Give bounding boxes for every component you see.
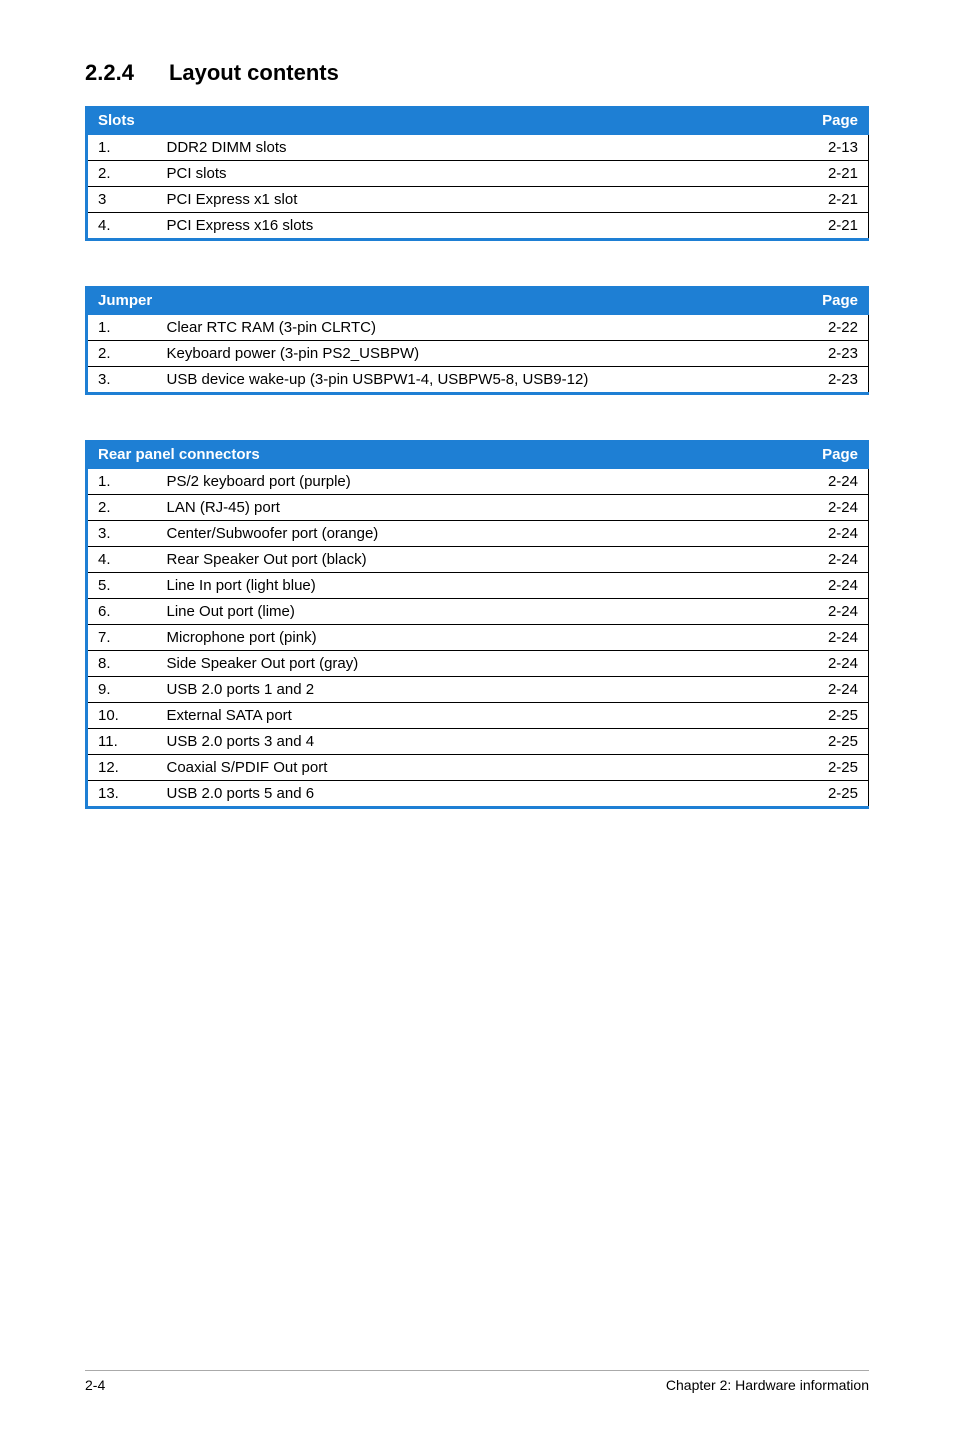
table-row: 10. External SATA port 2-25 (87, 703, 869, 729)
row-number: 9. (87, 677, 157, 703)
table-row: 2. LAN (RJ-45) port 2-24 (87, 495, 869, 521)
table-row: 2. Keyboard power (3-pin PS2_USBPW) 2-23 (87, 341, 869, 367)
row-desc: Line In port (light blue) (157, 573, 799, 599)
slots-body: 1. DDR2 DIMM slots 2-13 2. PCI slots 2-2… (87, 135, 869, 240)
table-row: 13. USB 2.0 ports 5 and 6 2-25 (87, 781, 869, 808)
row-page: 2-25 (799, 703, 869, 729)
footer-chapter: Chapter 2: Hardware information (666, 1377, 869, 1393)
row-number: 6. (87, 599, 157, 625)
table-row: 3 PCI Express x1 slot 2-21 (87, 187, 869, 213)
rear-header-right: Page (799, 441, 869, 469)
table-row: 12. Coaxial S/PDIF Out port 2-25 (87, 755, 869, 781)
row-page: 2-24 (799, 521, 869, 547)
section-title: Layout contents (169, 60, 339, 85)
table-row: 5. Line In port (light blue) 2-24 (87, 573, 869, 599)
row-desc: Line Out port (lime) (157, 599, 799, 625)
row-number: 1. (87, 315, 157, 341)
row-desc: PCI Express x1 slot (157, 187, 799, 213)
row-page: 2-24 (799, 573, 869, 599)
row-page: 2-24 (799, 469, 869, 495)
row-number: 5. (87, 573, 157, 599)
table-row: 1. DDR2 DIMM slots 2-13 (87, 135, 869, 161)
row-number: 3. (87, 521, 157, 547)
row-desc: PCI Express x16 slots (157, 213, 799, 240)
row-page: 2-22 (799, 315, 869, 341)
row-desc: USB device wake-up (3-pin USBPW1-4, USBP… (157, 367, 799, 394)
row-desc: USB 2.0 ports 3 and 4 (157, 729, 799, 755)
row-desc: USB 2.0 ports 1 and 2 (157, 677, 799, 703)
page-footer: 2-4 Chapter 2: Hardware information (85, 1370, 869, 1393)
row-page: 2-25 (799, 755, 869, 781)
row-desc: Rear Speaker Out port (black) (157, 547, 799, 573)
row-desc: PS/2 keyboard port (purple) (157, 469, 799, 495)
table-row: 4. PCI Express x16 slots 2-21 (87, 213, 869, 240)
row-page: 2-24 (799, 625, 869, 651)
row-desc: External SATA port (157, 703, 799, 729)
row-desc: Clear RTC RAM (3-pin CLRTC) (157, 315, 799, 341)
row-number: 2. (87, 341, 157, 367)
row-desc: DDR2 DIMM slots (157, 135, 799, 161)
table-row: 3. USB device wake-up (3-pin USBPW1-4, U… (87, 367, 869, 394)
row-number: 12. (87, 755, 157, 781)
row-number: 2. (87, 495, 157, 521)
row-page: 2-23 (799, 367, 869, 394)
row-number: 13. (87, 781, 157, 808)
row-desc: Microphone port (pink) (157, 625, 799, 651)
table-row: 3. Center/Subwoofer port (orange) 2-24 (87, 521, 869, 547)
table-row: 6. Line Out port (lime) 2-24 (87, 599, 869, 625)
row-desc: Center/Subwoofer port (orange) (157, 521, 799, 547)
row-number: 1. (87, 469, 157, 495)
table-row: 9. USB 2.0 ports 1 and 2 2-24 (87, 677, 869, 703)
row-desc: Coaxial S/PDIF Out port (157, 755, 799, 781)
table-row: 8. Side Speaker Out port (gray) 2-24 (87, 651, 869, 677)
row-number: 11. (87, 729, 157, 755)
row-desc: LAN (RJ-45) port (157, 495, 799, 521)
row-page: 2-13 (799, 135, 869, 161)
table-row: 1. PS/2 keyboard port (purple) 2-24 (87, 469, 869, 495)
footer-page-number: 2-4 (85, 1377, 105, 1393)
slots-header-left: Slots (87, 107, 799, 135)
table-row: 7. Microphone port (pink) 2-24 (87, 625, 869, 651)
row-number: 2. (87, 161, 157, 187)
row-page: 2-24 (799, 547, 869, 573)
slots-header-right: Page (799, 107, 869, 135)
rear-header-left: Rear panel connectors (87, 441, 799, 469)
row-number: 7. (87, 625, 157, 651)
row-desc: PCI slots (157, 161, 799, 187)
row-number: 3 (87, 187, 157, 213)
row-number: 4. (87, 213, 157, 240)
row-page: 2-21 (799, 187, 869, 213)
row-number: 10. (87, 703, 157, 729)
section-heading: 2.2.4 Layout contents (85, 60, 869, 86)
table-row: 11. USB 2.0 ports 3 and 4 2-25 (87, 729, 869, 755)
table-row: 2. PCI slots 2-21 (87, 161, 869, 187)
row-desc: USB 2.0 ports 5 and 6 (157, 781, 799, 808)
jumper-table: Jumper Page 1. Clear RTC RAM (3-pin CLRT… (85, 286, 869, 395)
row-page: 2-24 (799, 495, 869, 521)
rear-table: Rear panel connectors Page 1. PS/2 keybo… (85, 440, 869, 809)
table-row: 1. Clear RTC RAM (3-pin CLRTC) 2-22 (87, 315, 869, 341)
slots-table: Slots Page 1. DDR2 DIMM slots 2-13 2. PC… (85, 106, 869, 241)
row-page: 2-21 (799, 213, 869, 240)
row-number: 3. (87, 367, 157, 394)
rear-body: 1. PS/2 keyboard port (purple) 2-24 2. L… (87, 469, 869, 808)
row-desc: Side Speaker Out port (gray) (157, 651, 799, 677)
jumper-body: 1. Clear RTC RAM (3-pin CLRTC) 2-22 2. K… (87, 315, 869, 394)
row-desc: Keyboard power (3-pin PS2_USBPW) (157, 341, 799, 367)
row-number: 8. (87, 651, 157, 677)
table-row: 4. Rear Speaker Out port (black) 2-24 (87, 547, 869, 573)
row-page: 2-23 (799, 341, 869, 367)
row-page: 2-24 (799, 677, 869, 703)
jumper-header-left: Jumper (87, 287, 799, 315)
row-page: 2-25 (799, 729, 869, 755)
row-number: 1. (87, 135, 157, 161)
row-page: 2-24 (799, 599, 869, 625)
section-number: 2.2.4 (85, 60, 134, 86)
row-page: 2-21 (799, 161, 869, 187)
row-page: 2-25 (799, 781, 869, 808)
page-content: 2.2.4 Layout contents Slots Page 1. DDR2 … (0, 0, 954, 809)
row-page: 2-24 (799, 651, 869, 677)
jumper-header-right: Page (799, 287, 869, 315)
row-number: 4. (87, 547, 157, 573)
